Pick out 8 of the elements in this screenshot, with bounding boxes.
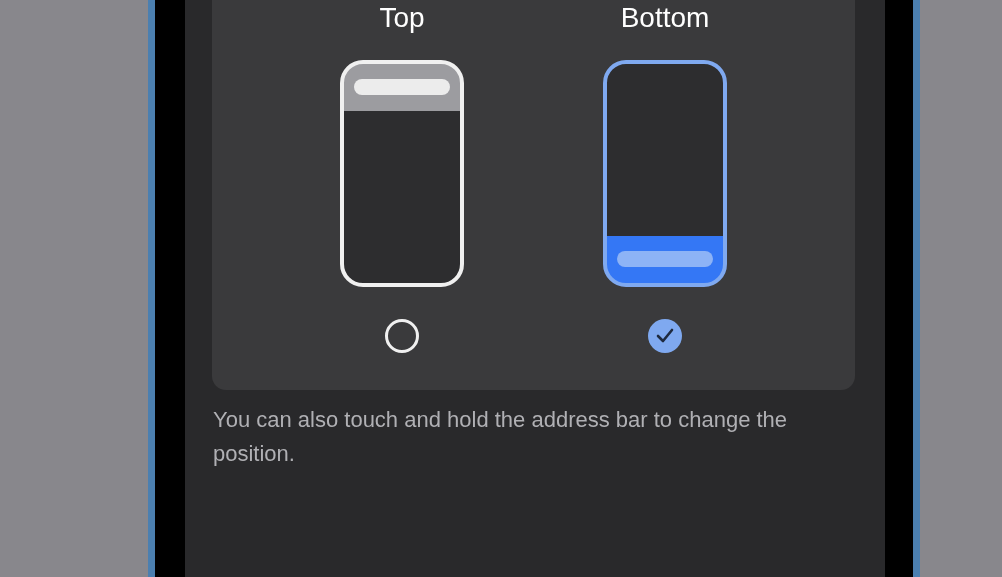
footer-text: You can also touch and hold the address bar to change the position.	[212, 406, 789, 468]
radio-button[interactable]	[385, 319, 419, 353]
phone-layout-icon	[340, 60, 464, 287]
radio-button[interactable]	[648, 319, 682, 353]
phone-layout-icon	[603, 60, 727, 287]
checkmark-icon	[656, 328, 674, 344]
option-label: Bottom	[620, 1, 710, 35]
option-label: Top	[379, 1, 425, 35]
